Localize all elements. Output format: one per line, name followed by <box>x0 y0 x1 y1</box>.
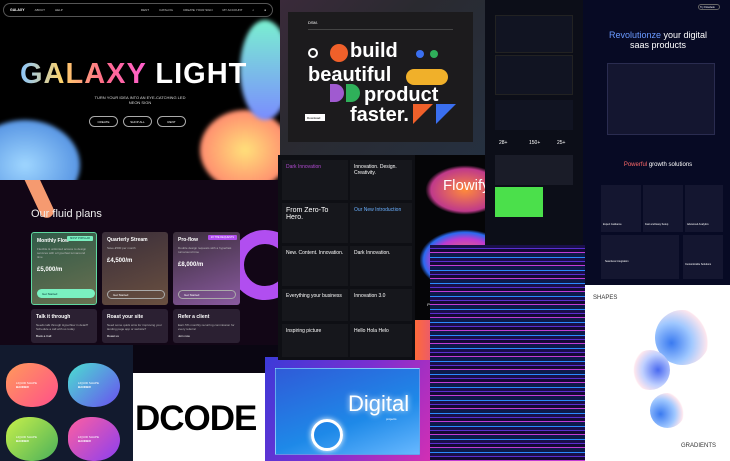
liquid-banner: LIQUID SHAPE BANNER <box>6 363 58 407</box>
build-panel: DSM. build beautiful product faster. Dow… <box>280 0 485 155</box>
galaxy-logo[interactable]: GALAXY <box>10 8 25 12</box>
shapes-title: SHAPES <box>593 295 618 301</box>
saas-section-title: Powerful growth solutions <box>623 162 693 168</box>
nav-create[interactable]: CREATE YOUR SIGN <box>183 8 213 12</box>
nav-help[interactable]: HELP <box>55 8 63 12</box>
plan-card-pro: 2X THE REQUESTS Pro-flow Double design re… <box>173 232 240 305</box>
slide-thumb: Dark Innovation. <box>350 246 412 286</box>
nav-about[interactable]: ABOUT <box>35 8 45 12</box>
blue-blob <box>0 120 80 180</box>
liquid-shapes-panel: LIQUID SHAPE BANNER LIQUID SHAPE BANNER LI… <box>0 345 133 461</box>
galaxy-subtitle: TURN YOUR IDEA INTO AN EYE-CATCHING LED … <box>94 95 186 105</box>
arrow-circle-icon <box>330 44 348 62</box>
slide-thumb: Dark Innovation <box>282 160 348 200</box>
get-started-button[interactable]: Get Started <box>37 289 95 298</box>
plans-title: Our fluid plans <box>31 208 102 220</box>
roast-link[interactable]: Roast us <box>107 334 119 338</box>
green-cta-block <box>495 187 543 217</box>
liquid-banner: LIQUID SHAPE BANNER <box>6 417 58 461</box>
gradients-title: GRADIENTS <box>681 443 717 449</box>
dcode-panel: DCODE <box>133 373 265 461</box>
plan-badge: 2X THE REQUESTS <box>207 235 237 240</box>
green-website-panel: 28+ 150+ 25+ <box>485 0 583 245</box>
shapes-gradients-panel: SHAPES GRADIENTS <box>585 285 730 461</box>
extra-card: Refer a client Earn 5% monthly recurring … <box>173 309 240 343</box>
create-button[interactable]: CREATE <box>89 116 118 127</box>
refer-link[interactable]: Join now <box>178 334 190 338</box>
cart-icon[interactable]: ● <box>264 8 266 12</box>
download-button[interactable]: Download <box>305 114 325 121</box>
shop-all-button[interactable]: SHOP ALL <box>123 116 152 127</box>
presentation-slides-panel: Dark Innovation Innovation. Design. Crea… <box>278 155 415 360</box>
galaxy-light-panel: GALAXY ABOUT HELP RENT CATALOG CREATE YO… <box>0 0 280 180</box>
orange-blob <box>200 110 280 180</box>
flowify-title: Flowify <box>443 177 490 194</box>
get-started-button[interactable]: Get Started <box>178 290 236 299</box>
saas-cta-button[interactable]: Try Flowdesk <box>698 4 720 10</box>
ring-shape <box>311 419 343 451</box>
digital-title: Digital <box>348 391 410 416</box>
saas-panel: Try Flowdesk Revolutionze your digital s… <box>583 0 730 285</box>
digital-panel: Digital projects <box>265 357 430 461</box>
extra-card: Roast your site Need some quick wins for … <box>102 309 168 343</box>
nav-account[interactable]: MY ACCOUNT <box>223 8 243 12</box>
slide-thumb: Everything your business <box>282 289 348 321</box>
nav-rent[interactable]: RENT <box>141 8 149 12</box>
liquid-banner: LIQUID SHAPE BANNER <box>68 417 120 461</box>
rent-button[interactable]: RENT <box>157 116 186 127</box>
gradient-sphere <box>630 350 670 390</box>
galaxy-nav: GALAXY ABOUT HELP RENT CATALOG CREATE YO… <box>3 3 273 17</box>
slide-thumb: Hello Hola Helo <box>350 324 412 357</box>
search-icon[interactable]: ⌕ <box>253 8 255 12</box>
dcode-logo: DCODE <box>135 399 257 438</box>
slide-thumb: From Zero-To Hero. <box>282 203 348 243</box>
slide-thumb: Innovation. Design. Creativity. <box>350 160 412 200</box>
book-call-link[interactable]: Book a Call <box>36 334 51 338</box>
slide-thumb: New. Content. Innovation. <box>282 246 348 286</box>
dashboard-preview <box>607 63 715 135</box>
build-logo: DSM. <box>308 20 318 25</box>
saas-headline: Revolutionze your digital saas products <box>608 30 708 50</box>
plan-card-monthly: MOST POPULAR Monthly Flow Flexible & unli… <box>31 232 97 305</box>
neon-stripes-panel <box>430 245 585 461</box>
galaxy-title: GALAXY LIGHT <box>20 58 248 90</box>
extra-card: Talk it through Needs talk through Hyperf… <box>31 309 97 343</box>
fluid-plans-panel: Our fluid plans MOST POPULAR Monthly Flo… <box>0 180 280 345</box>
gradient-sphere <box>650 393 685 428</box>
slide-thumb: Innovation 3.0 <box>350 289 412 321</box>
slide-thumb: Inspiring picture <box>282 324 348 357</box>
slide-thumb: Our New Introduction <box>350 203 412 243</box>
nav-catalog[interactable]: CATALOG <box>159 8 173 12</box>
get-started-button[interactable]: Get Started <box>107 290 165 299</box>
liquid-banner: LIQUID SHAPE BANNER <box>68 363 120 407</box>
plan-badge: MOST POPULAR <box>67 236 93 241</box>
plan-card-quarterly: Quarterly Stream Save £500 per month £4,50… <box>102 232 168 305</box>
toggle-shape <box>406 69 448 85</box>
